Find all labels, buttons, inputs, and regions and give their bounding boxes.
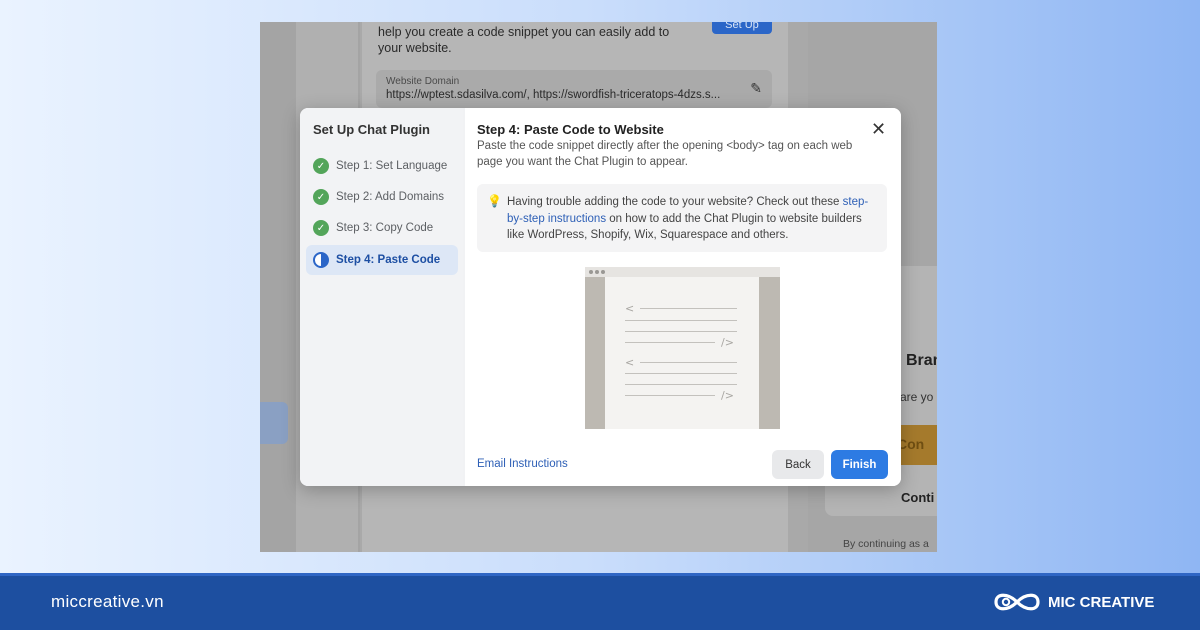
modal-sidebar: Set Up Chat Plugin ✓ Step 1: Set Languag… <box>300 108 463 486</box>
text-line <box>625 320 737 321</box>
browser-dot <box>589 270 593 274</box>
step-label: Step 3: Copy Code <box>336 222 434 234</box>
text-line <box>625 373 737 374</box>
sidebar-step-set-language[interactable]: ✓ Step 1: Set Language <box>306 151 458 181</box>
check-icon: ✓ <box>313 158 329 174</box>
brand-name: MIC CREATIVE <box>1048 594 1155 611</box>
browser-bar <box>585 267 780 277</box>
open-bracket-icon: < <box>625 302 635 315</box>
infinity-logo-icon <box>994 593 1040 611</box>
tip-text-before: Having trouble adding the code to your w… <box>507 196 843 208</box>
help-tip: 💡 Having trouble adding the code to your… <box>477 184 887 252</box>
lightbulb-icon: 💡 <box>487 194 502 208</box>
modal-content: Step 4: Paste Code to Website ✕ Paste th… <box>465 108 901 486</box>
background-domain-field: Website Domain https://wptest.sdasilva.c… <box>376 70 772 108</box>
sidebar-step-add-domains[interactable]: ✓ Step 2: Add Domains <box>306 182 458 212</box>
email-instructions-link[interactable]: Email Instructions <box>477 458 568 470</box>
step-label: Step 2: Add Domains <box>336 191 445 203</box>
code-placement-illustration: < /> < /> <box>585 267 780 429</box>
background-description: help you create a code snippet you can e… <box>378 25 670 55</box>
website-url[interactable]: miccreative.vn <box>51 592 164 612</box>
text-line <box>625 331 737 332</box>
text-line <box>625 342 715 343</box>
text-line <box>625 395 715 396</box>
illustration-right-column <box>759 277 780 429</box>
text-line <box>640 308 737 309</box>
modal-description: Paste the code snippet directly after th… <box>477 140 853 168</box>
check-icon: ✓ <box>313 220 329 236</box>
setup-chat-plugin-modal: Set Up Chat Plugin ✓ Step 1: Set Languag… <box>300 108 901 486</box>
check-icon: ✓ <box>313 189 329 205</box>
pencil-icon: ✎ <box>750 80 762 96</box>
sidebar-step-copy-code[interactable]: ✓ Step 3: Copy Code <box>306 213 458 243</box>
footer-top-border <box>0 573 1200 576</box>
finish-button[interactable]: Finish <box>831 450 888 479</box>
domain-value: https://wptest.sdasilva.com/, https://sw… <box>386 89 721 101</box>
illustration-left-column <box>585 277 605 429</box>
background-heading-fragment: Bran <box>906 352 937 369</box>
background-setup-button: Set Up <box>712 22 772 34</box>
background-nav-selection <box>260 402 288 444</box>
background-text-fragment: are yo <box>900 390 934 404</box>
sidebar-title: Set Up Chat Plugin <box>313 122 430 137</box>
close-icon[interactable]: ✕ <box>871 120 886 138</box>
text-line <box>640 362 737 363</box>
close-tag-icon: /> <box>721 389 734 402</box>
step-label: Step 1: Set Language <box>336 160 448 172</box>
progress-half-icon <box>313 252 329 268</box>
domain-label: Website Domain <box>386 76 460 87</box>
close-tag-icon: /> <box>721 336 734 349</box>
background-continue-text: Conti <box>901 490 935 505</box>
step-label: Step 4: Paste Code <box>336 254 441 266</box>
sidebar-step-paste-code[interactable]: Step 4: Paste Code <box>306 245 458 275</box>
browser-dot <box>601 270 605 274</box>
text-line <box>625 384 737 385</box>
tip-text: Having trouble adding the code to your w… <box>507 194 879 244</box>
modal-title: Step 4: Paste Code to Website <box>477 122 664 137</box>
open-bracket-icon: < <box>625 356 635 369</box>
background-disclaimer: By continuing as a <box>843 538 929 550</box>
browser-dot <box>595 270 599 274</box>
back-button[interactable]: Back <box>772 450 824 479</box>
